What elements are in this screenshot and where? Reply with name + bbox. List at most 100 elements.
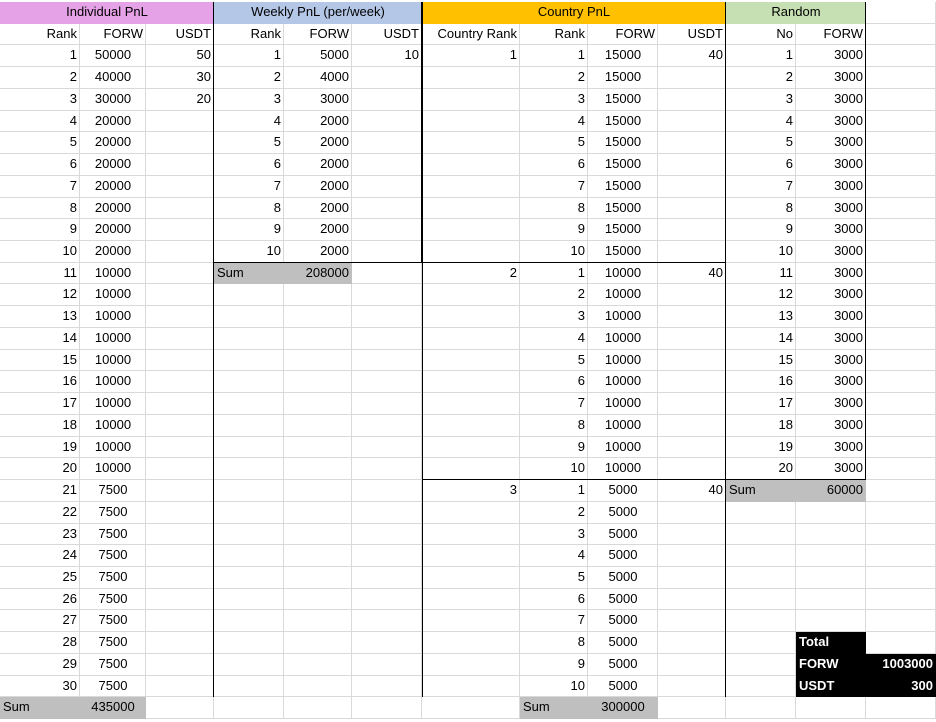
weekly-rank-cell[interactable]: 5 [214, 132, 284, 154]
individual-forw-cell[interactable]: 7500 [80, 567, 146, 589]
weekly-rank-cell[interactable]: 8 [214, 198, 284, 220]
country-member-rank-cell[interactable]: 5 [520, 350, 588, 372]
individual-forw-cell[interactable]: 7500 [80, 589, 146, 611]
country-forw-cell[interactable]: 15000 [588, 241, 658, 263]
weekly-forw-cell[interactable]: 2000 [284, 241, 352, 263]
country-forw-cell[interactable]: 5000 [588, 480, 658, 502]
individual-forw-cell[interactable]: 20000 [80, 154, 146, 176]
individual-rank-cell[interactable]: 23 [0, 524, 80, 546]
random-no-cell[interactable]: 14 [726, 328, 796, 350]
country-member-rank-cell[interactable]: 5 [520, 567, 588, 589]
individual-forw-cell[interactable]: 20000 [80, 132, 146, 154]
country-forw-cell[interactable]: 10000 [588, 284, 658, 306]
individual-rank-cell[interactable]: 17 [0, 393, 80, 415]
individual-rank-cell[interactable]: 16 [0, 371, 80, 393]
random-forw-cell[interactable]: 3000 [796, 415, 866, 437]
individual-forw-cell[interactable]: 10000 [80, 415, 146, 437]
random-sum-value[interactable]: 60000 [796, 480, 866, 502]
random-no-cell[interactable]: 20 [726, 458, 796, 480]
country-sum-label[interactable]: Sum [520, 697, 588, 720]
random-forw-cell[interactable]: 3000 [796, 45, 866, 67]
weekly-forw-cell[interactable]: 2000 [284, 176, 352, 198]
country-forw-cell[interactable]: 15000 [588, 89, 658, 111]
country-member-rank-cell[interactable]: 2 [520, 284, 588, 306]
individual-rank-cell[interactable]: 4 [0, 111, 80, 133]
individual-forw-cell[interactable]: 20000 [80, 219, 146, 241]
individual-rank-cell[interactable]: 18 [0, 415, 80, 437]
country-forw-cell[interactable]: 15000 [588, 198, 658, 220]
individual-rank-cell[interactable]: 24 [0, 545, 80, 567]
random-no-cell[interactable]: 6 [726, 154, 796, 176]
column-header[interactable]: FORW [284, 24, 352, 46]
random-no-cell[interactable]: 18 [726, 415, 796, 437]
individual-forw-cell[interactable]: 7500 [80, 480, 146, 502]
section-header-weekly[interactable]: Weekly PnL (per/week) [214, 2, 422, 24]
country-forw-cell[interactable]: 5000 [588, 610, 658, 632]
column-header[interactable]: USDT [352, 24, 422, 46]
country-member-rank-cell[interactable]: 9 [520, 219, 588, 241]
column-header[interactable]: USDT [658, 24, 726, 46]
random-forw-cell[interactable]: 3000 [796, 198, 866, 220]
weekly-forw-cell[interactable]: 2000 [284, 198, 352, 220]
weekly-rank-cell[interactable]: 9 [214, 219, 284, 241]
country-forw-cell[interactable]: 10000 [588, 437, 658, 459]
individual-rank-cell[interactable]: 25 [0, 567, 80, 589]
total-forw-value[interactable]: 1003000 [866, 653, 936, 676]
country-forw-cell[interactable]: 15000 [588, 132, 658, 154]
individual-forw-cell[interactable]: 10000 [80, 306, 146, 328]
country-forw-cell[interactable]: 5000 [588, 676, 658, 698]
country-member-rank-cell[interactable]: 2 [520, 502, 588, 524]
random-no-cell[interactable]: 9 [726, 219, 796, 241]
individual-forw-cell[interactable]: 10000 [80, 263, 146, 285]
individual-rank-cell[interactable]: 6 [0, 154, 80, 176]
country-forw-cell[interactable]: 15000 [588, 111, 658, 133]
individual-forw-cell[interactable]: 10000 [80, 328, 146, 350]
weekly-forw-cell[interactable]: 2000 [284, 132, 352, 154]
individual-forw-cell[interactable]: 20000 [80, 111, 146, 133]
individual-forw-cell[interactable]: 10000 [80, 458, 146, 480]
country-forw-cell[interactable]: 10000 [588, 458, 658, 480]
individual-rank-cell[interactable]: 30 [0, 676, 80, 698]
individual-usdt-cell[interactable]: 20 [146, 89, 214, 111]
column-header[interactable]: Country Rank [422, 24, 520, 46]
random-no-cell[interactable]: 19 [726, 437, 796, 459]
random-no-cell[interactable]: 17 [726, 393, 796, 415]
individual-sum-value[interactable]: 435000 [80, 697, 146, 720]
weekly-rank-cell[interactable]: 10 [214, 241, 284, 263]
individual-forw-cell[interactable]: 7500 [80, 545, 146, 567]
random-forw-cell[interactable]: 3000 [796, 458, 866, 480]
section-header-individual[interactable]: Individual PnL [0, 2, 214, 24]
country-member-rank-cell[interactable]: 8 [520, 632, 588, 654]
random-forw-cell[interactable]: 3000 [796, 132, 866, 154]
country-member-rank-cell[interactable]: 3 [520, 524, 588, 546]
country-member-rank-cell[interactable]: 10 [520, 241, 588, 263]
random-no-cell[interactable]: 3 [726, 89, 796, 111]
weekly-forw-cell[interactable]: 3000 [284, 89, 352, 111]
individual-usdt-cell[interactable]: 50 [146, 45, 214, 67]
individual-rank-cell[interactable]: 21 [0, 480, 80, 502]
country-rank-cell[interactable]: 1 [422, 45, 520, 67]
random-forw-cell[interactable]: 3000 [796, 219, 866, 241]
individual-rank-cell[interactable]: 2 [0, 67, 80, 89]
random-forw-cell[interactable]: 3000 [796, 350, 866, 372]
random-forw-cell[interactable]: 3000 [796, 371, 866, 393]
country-forw-cell[interactable]: 5000 [588, 545, 658, 567]
country-rank-cell[interactable]: 2 [422, 263, 520, 285]
total-forw-label[interactable]: FORW [796, 653, 866, 676]
individual-forw-cell[interactable]: 7500 [80, 676, 146, 698]
country-member-rank-cell[interactable]: 1 [520, 263, 588, 285]
country-forw-cell[interactable]: 5000 [588, 524, 658, 546]
country-member-rank-cell[interactable]: 4 [520, 328, 588, 350]
random-forw-cell[interactable]: 3000 [796, 67, 866, 89]
country-forw-cell[interactable]: 15000 [588, 176, 658, 198]
individual-rank-cell[interactable]: 14 [0, 328, 80, 350]
country-member-rank-cell[interactable]: 7 [520, 176, 588, 198]
individual-rank-cell[interactable]: 7 [0, 176, 80, 198]
individual-rank-cell[interactable]: 13 [0, 306, 80, 328]
random-sum-label[interactable]: Sum [726, 480, 796, 502]
random-forw-cell[interactable]: 3000 [796, 393, 866, 415]
column-header[interactable]: Rank [214, 24, 284, 46]
individual-forw-cell[interactable]: 50000 [80, 45, 146, 67]
random-no-cell[interactable]: 12 [726, 284, 796, 306]
country-forw-cell[interactable]: 10000 [588, 263, 658, 285]
